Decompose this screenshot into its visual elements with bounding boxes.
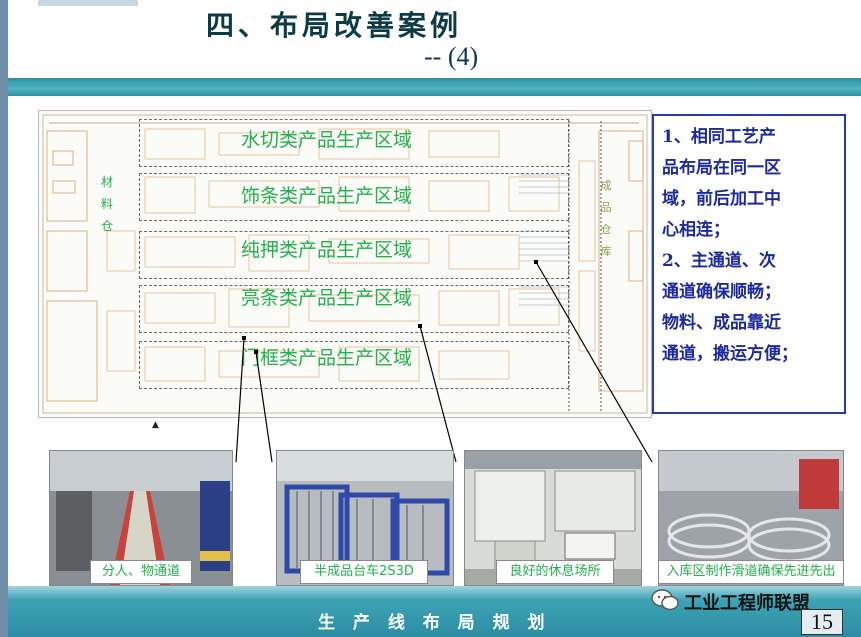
photo-caption: 半成品台车2S3D <box>300 560 428 584</box>
summary-line: 域，前后加工中 <box>662 189 781 209</box>
slide-title: 四、布局改善案例 <box>206 9 463 42</box>
zone-label: 亮条类产品生产区域 <box>241 287 413 309</box>
title-divider-bar <box>8 78 861 96</box>
top-decor-tab <box>38 0 138 6</box>
summary-line: 品布局在同一区 <box>662 158 781 178</box>
zone-label: 饰条类产品生产区域 <box>241 185 413 207</box>
floor-plan: 水切类产品生产区域 饰条类产品生产区域 纯押类产品生产区域 亮条类产品生产区域 … <box>38 110 652 418</box>
left-decor-strip <box>0 0 8 637</box>
zone-label: 门框类产品生产区域 <box>241 347 413 369</box>
summary-line: 2、主通道、次 <box>662 251 776 271</box>
footer-text: 生 产 线 布 局 规 划 <box>318 613 551 633</box>
zone-label: 水切类产品生产区域 <box>241 129 413 151</box>
summary-line: 1、相同工艺产 <box>662 127 776 147</box>
slide-subtitle: -- (4) <box>424 42 479 71</box>
photo-caption: 良好的休息场所 <box>496 560 614 584</box>
summary-line: 心相连； <box>662 220 730 240</box>
summary-line: 物料、成品靠近 <box>662 313 781 333</box>
summary-line: 通道确保顺畅； <box>662 282 781 302</box>
plan-arrow-icon: ▲ <box>152 420 159 430</box>
finished-warehouse-label: 成品仓库 <box>600 179 612 258</box>
zone-label: 纯押类产品生产区域 <box>241 239 413 261</box>
watermark-text: 工业工程师联盟 <box>684 593 810 614</box>
summary-text-box: 1、相同工艺产 品布局在同一区 域，前后加工中 心相连； 2、主通道、次 通道确… <box>652 114 846 414</box>
wechat-icon <box>651 589 679 611</box>
summary-line: 通道，搬运方便； <box>662 344 798 364</box>
material-warehouse-label: 材料仓 <box>100 175 113 233</box>
photo-caption: 分人、物通道 <box>90 560 192 584</box>
page-number: 15 <box>801 609 843 635</box>
photo-caption: 入库区制作滑道确保先进先出 <box>658 560 844 584</box>
